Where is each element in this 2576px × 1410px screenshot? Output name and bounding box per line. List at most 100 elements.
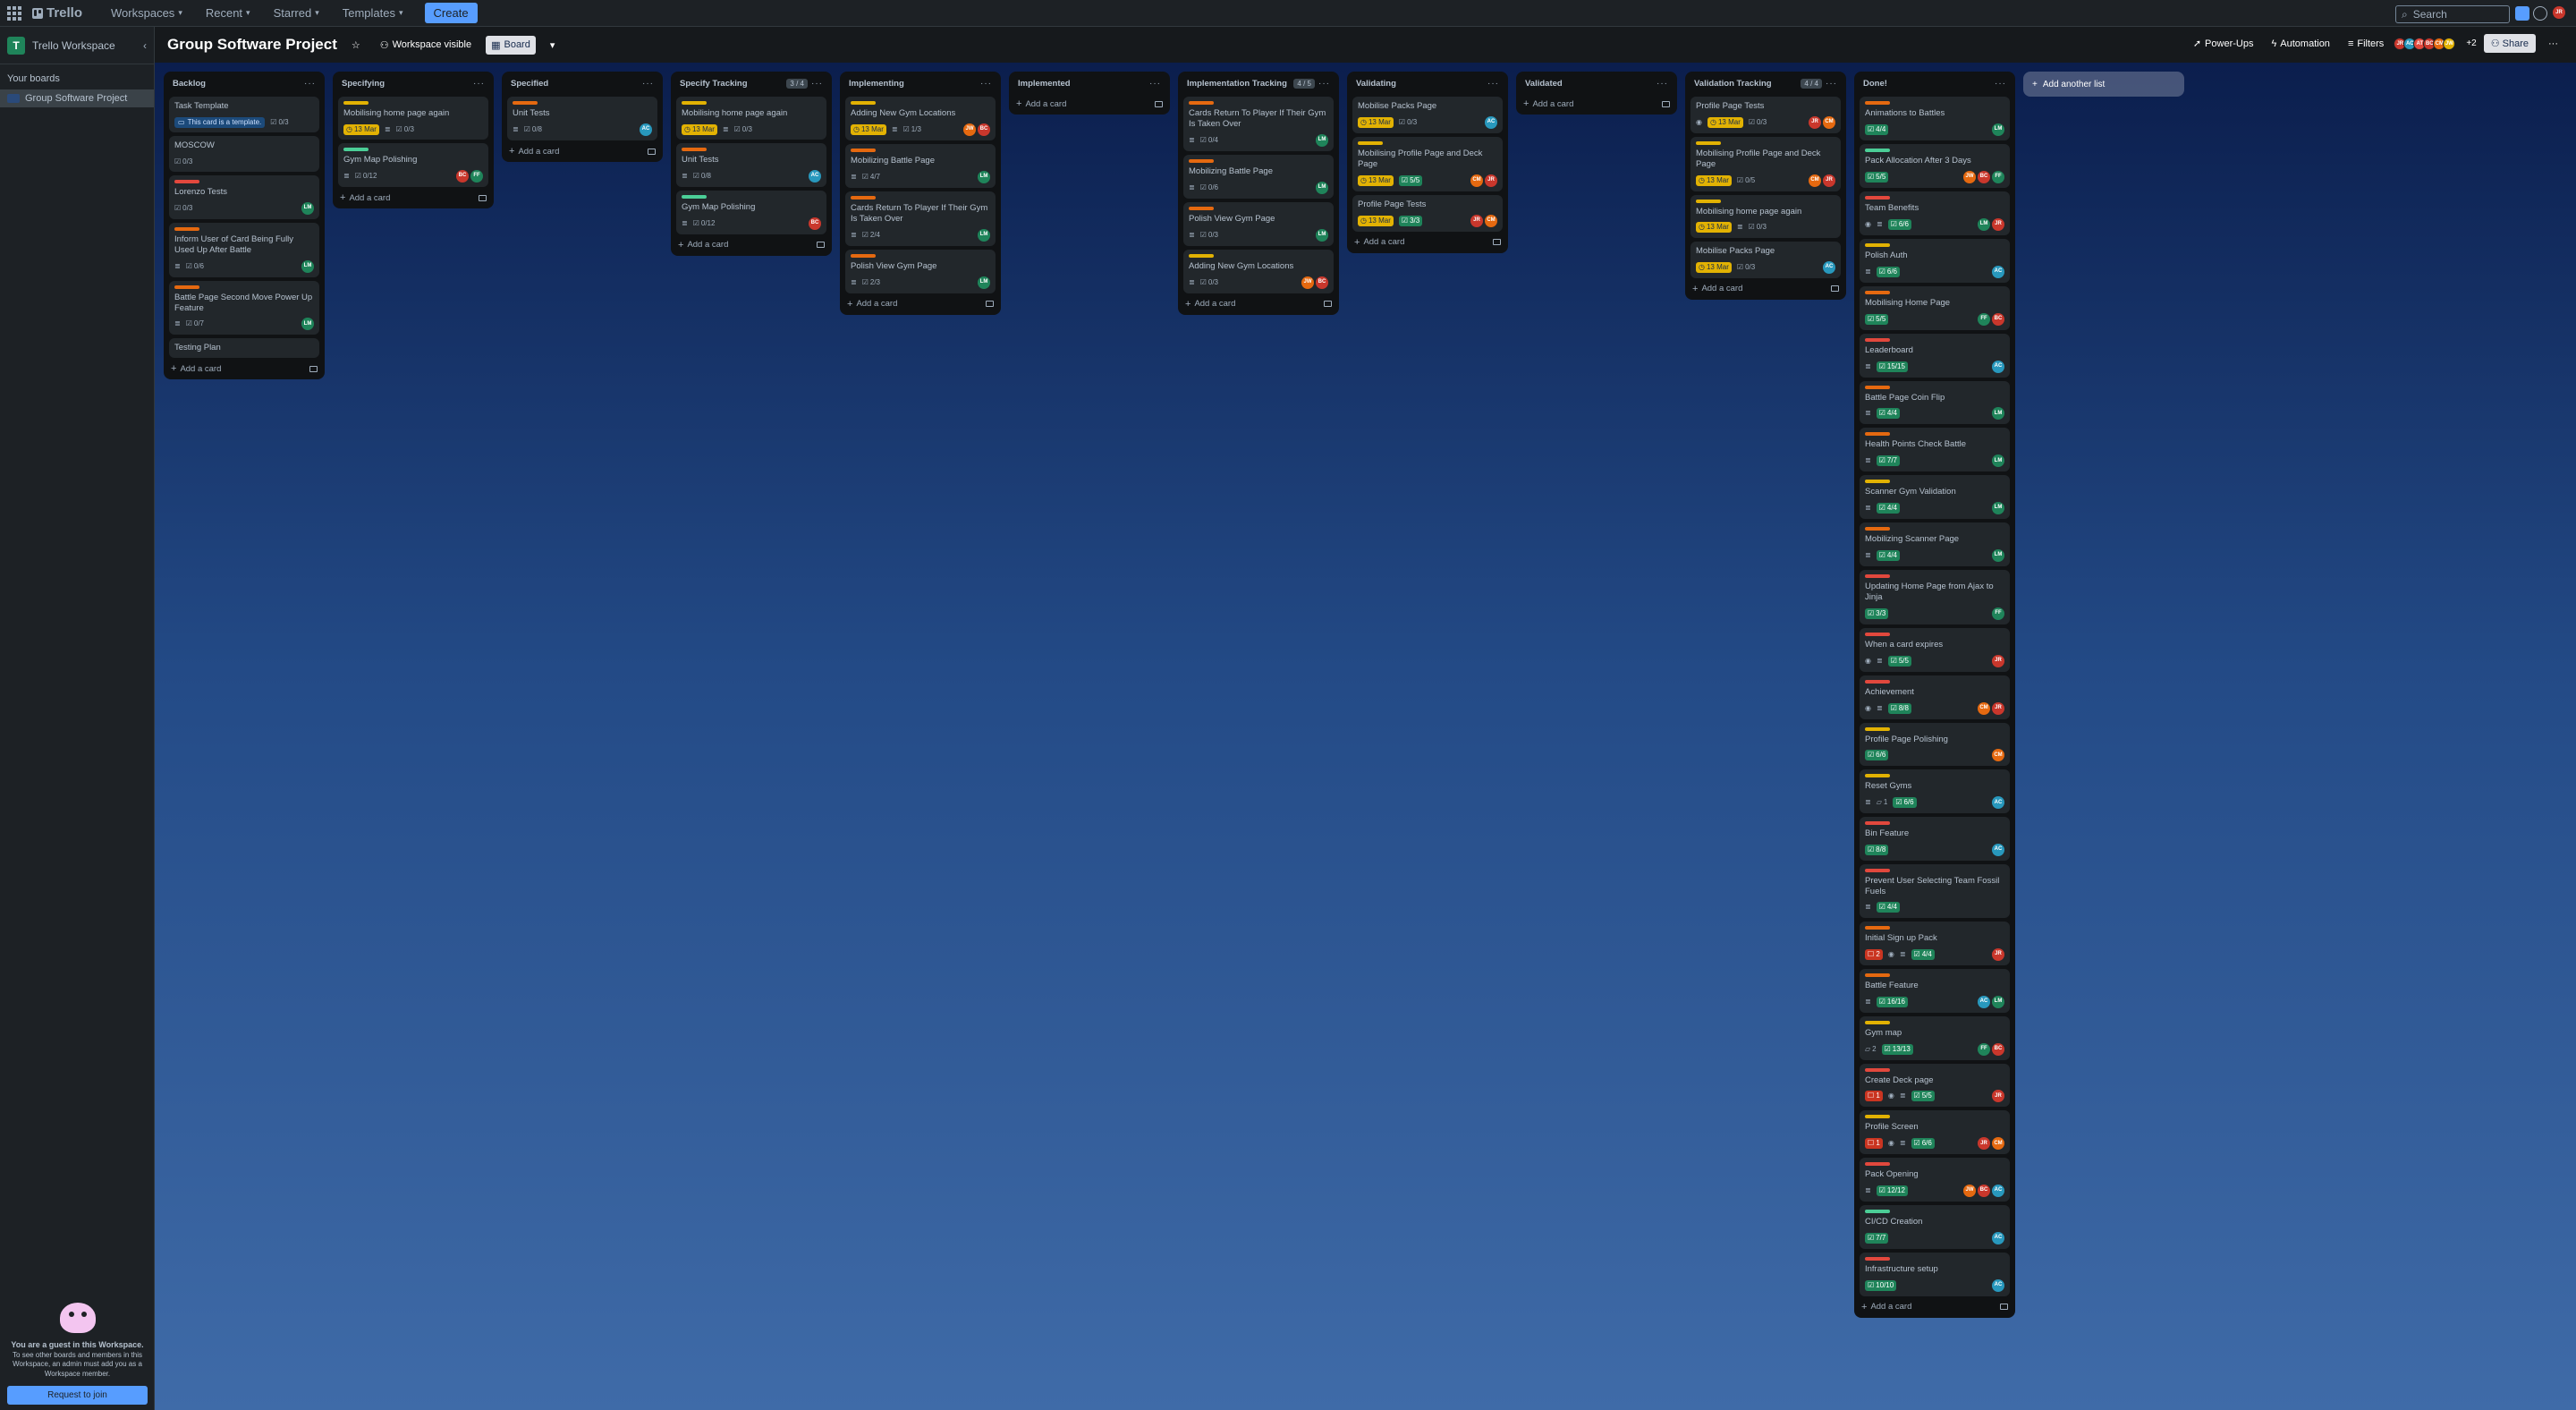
add-card-button[interactable]: + Add a card	[678, 240, 825, 251]
member-avatar[interactable]: LM	[1992, 549, 2004, 563]
card-label[interactable]	[1865, 1162, 1890, 1167]
member-avatar[interactable]: JR	[1992, 1090, 2004, 1103]
list-menu-icon[interactable]: ···	[1149, 79, 1161, 89]
member-avatar[interactable]: CM	[1992, 749, 2004, 762]
list-title[interactable]: Specified	[511, 79, 639, 89]
card[interactable]: Create Deck page ☐ 1 ◉ ≣ ☑ 5/5 JR	[1860, 1063, 2010, 1108]
member-avatar[interactable]: JR	[1992, 947, 2004, 961]
card-label[interactable]	[1865, 1115, 1890, 1119]
member-avatar[interactable]: JW	[2443, 37, 2456, 50]
nav-starred[interactable]: Starred ▾	[265, 3, 328, 23]
card-label[interactable]	[1189, 253, 1214, 258]
member-avatar[interactable]: JR	[1809, 116, 1821, 130]
add-card-button[interactable]: + Add a card	[340, 192, 487, 203]
card-label[interactable]	[1865, 821, 1890, 826]
card[interactable]: Mobilising Profile Page and Deck Page ◷ 13…	[1352, 137, 1503, 191]
create-from-template-icon[interactable]	[2000, 1304, 2008, 1311]
card[interactable]: Unit Tests ≣ ☑ 0/8 AC	[676, 143, 826, 188]
member-avatar[interactable]: JW	[1963, 1185, 1976, 1198]
create-from-template-icon[interactable]	[986, 301, 994, 308]
card-label[interactable]	[1189, 101, 1214, 106]
board-title[interactable]: Group Software Project	[167, 36, 337, 54]
list-title[interactable]: Done!	[1863, 79, 1991, 89]
card-label[interactable]	[1865, 385, 1890, 389]
create-from-template-icon[interactable]	[1662, 100, 1670, 107]
member-avatar[interactable]: LM	[1992, 123, 2004, 137]
create-from-template-icon[interactable]	[1155, 100, 1163, 107]
member-avatar[interactable]: JR	[1992, 217, 2004, 231]
card-label[interactable]	[1696, 141, 1721, 146]
card[interactable]: Battle Page Second Move Power Up Feature…	[169, 280, 319, 336]
list-title[interactable]: Validated	[1525, 79, 1653, 89]
card[interactable]: Cards Return To Player If Their Gym Is T…	[1183, 97, 1334, 152]
star-board-icon[interactable]: ☆	[346, 36, 366, 55]
card[interactable]: Battle Page Coin Flip ≣ ☑ 4/4 LM	[1860, 380, 2010, 425]
card[interactable]: Mobilising home page again ◷ 13 Mar ≣ ☑ 0/3	[676, 97, 826, 140]
card[interactable]: Battle Feature ≣ ☑ 16/16 AC LM	[1860, 968, 2010, 1013]
due-date-badge[interactable]: ◷ 13 Mar	[1696, 261, 1732, 273]
member-avatar[interactable]: BC	[1316, 276, 1328, 289]
member-avatar[interactable]: AC	[1992, 265, 2004, 278]
card-label[interactable]	[1865, 242, 1890, 247]
member-avatar[interactable]: LM	[1992, 995, 2004, 1008]
card-label[interactable]	[1358, 141, 1383, 146]
card[interactable]: Adding New Gym Locations ≣ ☑ 0/3 JW BC	[1183, 249, 1334, 293]
power-ups-button[interactable]: ➚ Power-Ups	[2188, 34, 2259, 53]
member-avatar[interactable]: BC	[1992, 312, 2004, 326]
card-label[interactable]	[1865, 101, 1890, 106]
member-avatar[interactable]: JR	[1470, 214, 1483, 227]
due-date-badge[interactable]: ◷ 13 Mar	[1358, 215, 1394, 226]
list-menu-icon[interactable]: ···	[1826, 79, 1837, 89]
member-avatar[interactable]: CM	[1485, 214, 1497, 227]
add-card-button[interactable]: + Add a card	[847, 299, 994, 310]
card[interactable]: Mobilising Profile Page and Deck Page ◷ 13…	[1690, 137, 1841, 191]
card-label[interactable]	[1865, 632, 1890, 636]
list-menu-icon[interactable]: ···	[642, 79, 654, 89]
card-label[interactable]	[1189, 206, 1214, 210]
card-label[interactable]	[682, 148, 707, 152]
member-avatar[interactable]: FF	[470, 170, 483, 183]
member-avatar[interactable]: LM	[301, 259, 314, 273]
member-avatar[interactable]: JR	[1978, 1137, 1990, 1151]
list-menu-icon[interactable]: ···	[811, 79, 823, 89]
card[interactable]: Gym Map Polishing ≣ ☑ 0/12 BC FF	[338, 143, 488, 188]
card[interactable]: Polish View Gym Page ≣ ☑ 0/3 LM	[1183, 201, 1334, 246]
card[interactable]: Polish View Gym Page ≣ ☑ 2/3 LM	[845, 249, 996, 293]
member-avatar[interactable]: CM	[1823, 116, 1835, 130]
list-title[interactable]: Validation Tracking	[1694, 79, 1797, 89]
create-from-template-icon[interactable]	[479, 194, 487, 201]
card[interactable]: Infrastructure setup ☑ 10/10 AC	[1860, 1253, 2010, 1296]
search-input[interactable]: ⌕ Search	[2395, 5, 2510, 23]
member-avatar[interactable]: AC	[1992, 844, 2004, 857]
member-avatar[interactable]: AC	[1823, 260, 1835, 274]
add-card-button[interactable]: + Add a card	[1861, 1302, 2008, 1312]
list-title[interactable]: Specify Tracking	[680, 79, 783, 89]
nav-templates[interactable]: Templates ▾	[334, 3, 412, 23]
add-card-button[interactable]: + Add a card	[1016, 98, 1163, 109]
card[interactable]: Mobilizing Battle Page ≣ ☑ 0/6 LM	[1183, 155, 1334, 199]
create-from-template-icon[interactable]	[1493, 239, 1501, 246]
nav-recent[interactable]: Recent ▾	[197, 3, 259, 23]
member-avatar[interactable]: AC	[1992, 360, 2004, 373]
member-avatar[interactable]: FF	[1992, 171, 2004, 184]
visibility-button[interactable]: ⚇ Workspace visible	[375, 36, 477, 55]
card[interactable]: Profile Page Tests ◷ 13 Mar ☑ 3/3 JR CM	[1352, 194, 1503, 232]
card-label[interactable]	[513, 101, 538, 106]
card-label[interactable]	[1865, 726, 1890, 731]
board-view-button[interactable]: ▦ Board	[486, 35, 536, 55]
due-date-badge[interactable]: ◷ 13 Mar	[1358, 174, 1394, 186]
member-avatar[interactable]: LM	[1992, 502, 2004, 515]
card-label[interactable]	[1865, 973, 1890, 977]
create-button[interactable]: Create	[424, 3, 478, 23]
card[interactable]: Mobilise Packs Page ◷ 13 Mar ☑ 0/3 AC	[1352, 97, 1503, 134]
member-avatar[interactable]: BC	[809, 217, 821, 230]
card[interactable]: Mobilizing Scanner Page ≣ ☑ 4/4 LM	[1860, 522, 2010, 567]
member-avatar[interactable]: LM	[1992, 407, 2004, 420]
card[interactable]: Mobilising home page again ◷ 13 Mar ≣ ☑ 0/3	[1690, 194, 1841, 238]
member-avatar[interactable]: BC	[456, 170, 469, 183]
member-avatar[interactable]: BC	[1978, 171, 1990, 184]
card[interactable]: Adding New Gym Locations ◷ 13 Mar ≣ ☑ 1/3 JW BC	[845, 97, 996, 141]
card[interactable]: Animations to Battles ☑ 4/4 LM	[1860, 97, 2010, 141]
card-label[interactable]	[1865, 1257, 1890, 1261]
member-avatar[interactable]: JR	[1485, 174, 1497, 187]
